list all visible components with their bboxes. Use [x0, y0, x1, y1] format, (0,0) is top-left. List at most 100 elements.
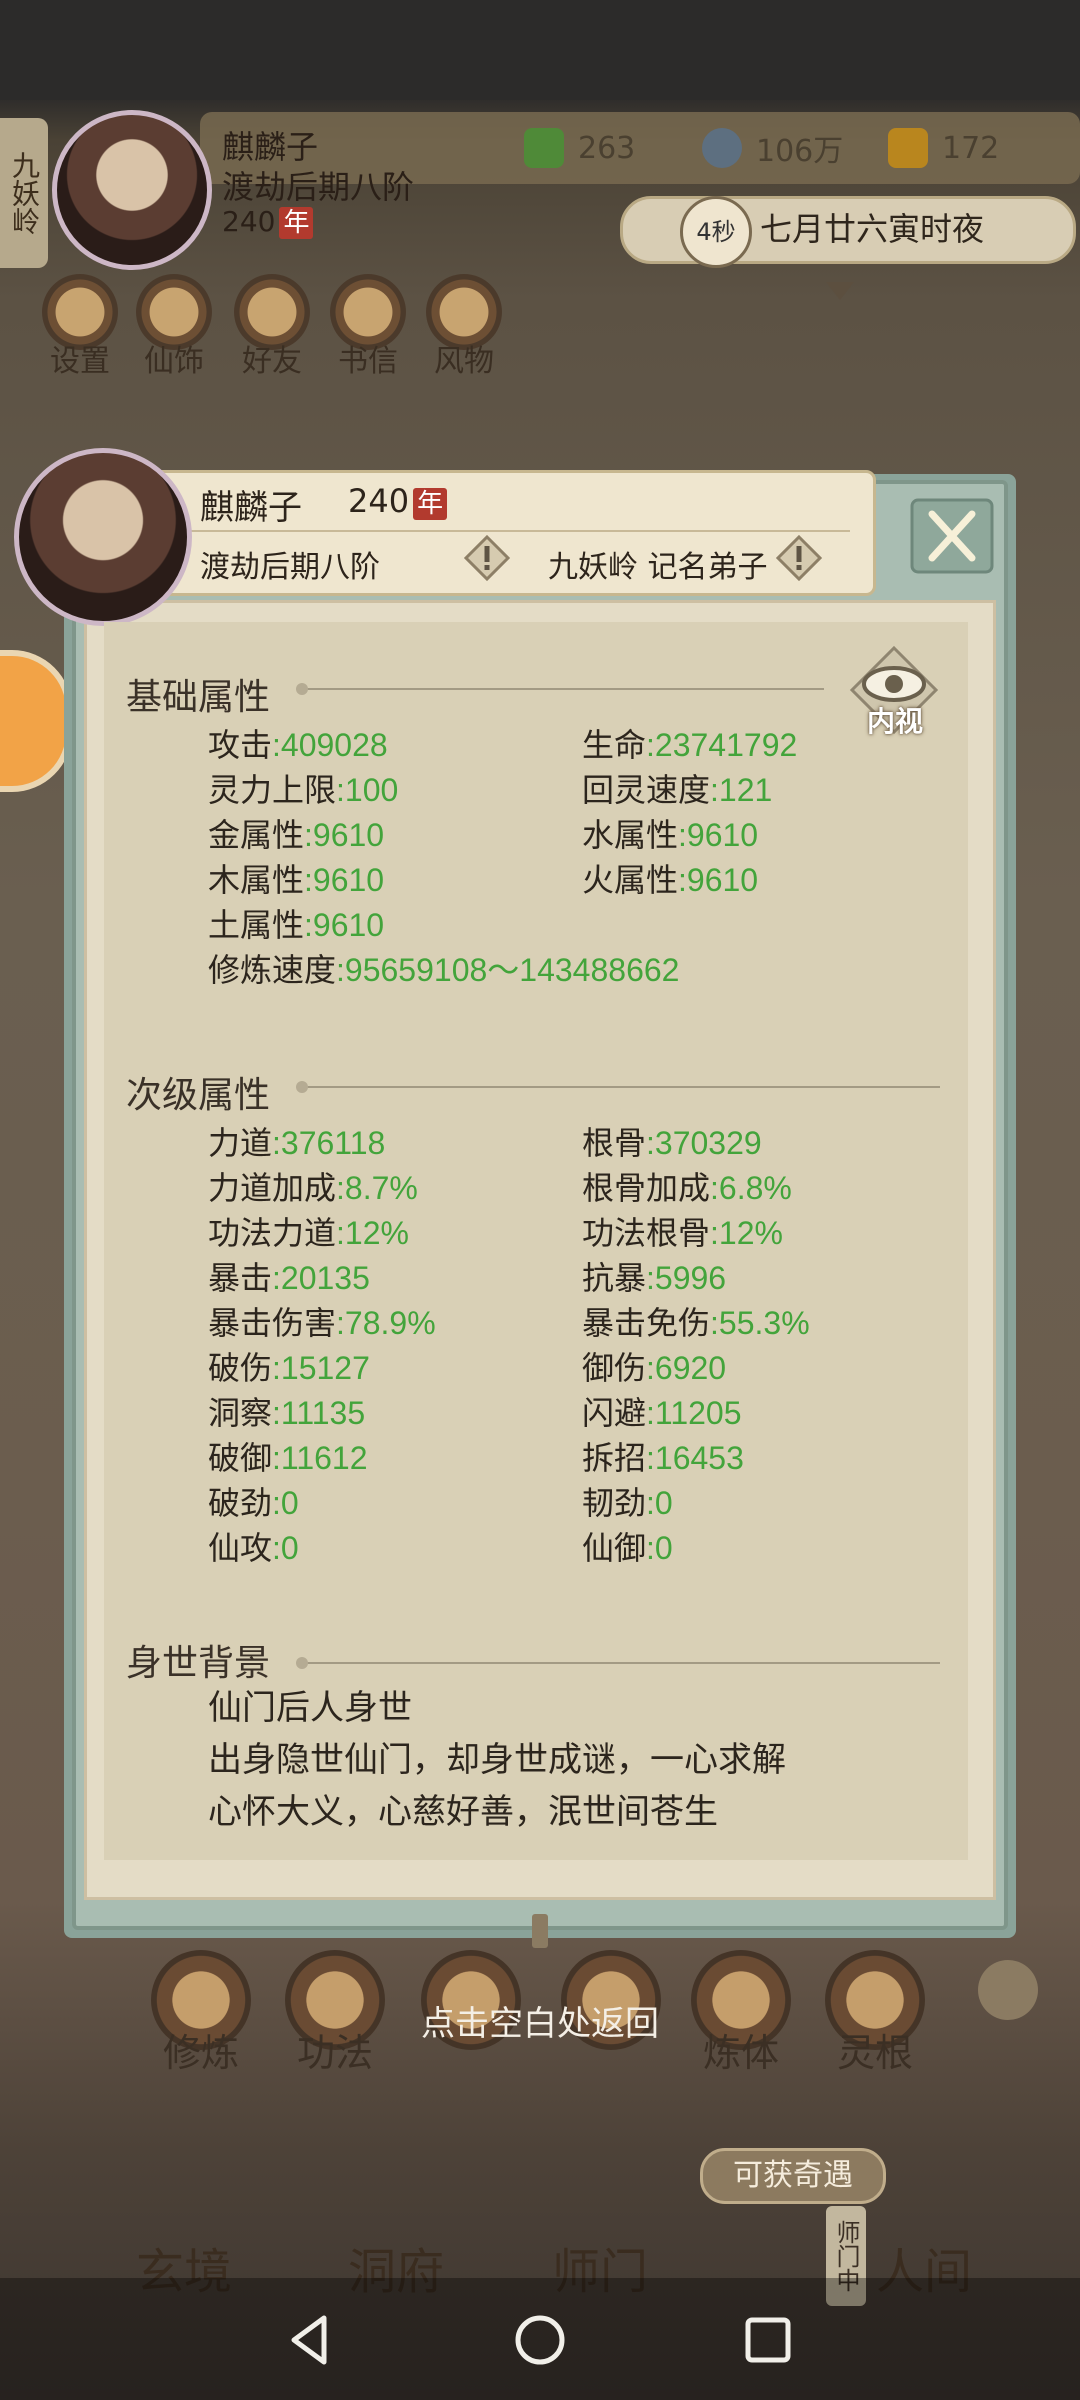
stat-value: 0 — [280, 1485, 299, 1521]
stat-colon: : — [272, 1260, 281, 1296]
stat-colon: : — [710, 1170, 719, 1206]
stat-label: 根骨加成 — [582, 1169, 711, 1207]
stat-colon: : — [272, 1125, 281, 1161]
stat-label: 灵力上限 — [208, 771, 337, 809]
stat-row: 破御:11612 — [208, 1433, 368, 1479]
section-title-background: 身世背景 — [126, 1643, 271, 1684]
section-divider — [296, 1081, 940, 1093]
stat-colon: : — [272, 1485, 281, 1521]
stat-colon: : — [646, 1530, 655, 1566]
menu-letters[interactable]: 书信 — [324, 274, 412, 380]
attributes-scroll-area[interactable]: 基础属性 攻击:409028 灵力上限:100 金属性:9610 木属性:961… — [104, 622, 968, 1860]
stat-value: 9610 — [686, 862, 759, 898]
menu-scenery[interactable]: 风物 — [420, 274, 508, 380]
stat-label: 抗暴 — [582, 1259, 647, 1297]
recents-icon[interactable] — [738, 2310, 798, 2370]
warning-icon[interactable] — [464, 535, 510, 581]
inner-view-label: 内视 — [866, 705, 923, 738]
stat-row: 暴击免伤:55.3% — [582, 1298, 810, 1344]
stat-value: 11135 — [280, 1395, 366, 1431]
stat-value: 0 — [654, 1485, 673, 1521]
stat-label: 仙御 — [582, 1529, 647, 1567]
stat-value: 6.8% — [718, 1170, 792, 1206]
stat-colon: : — [272, 1440, 281, 1476]
encounter-badge[interactable]: 可获奇遇 — [700, 2148, 886, 2204]
stat-label: 回灵速度 — [582, 771, 711, 809]
background-line: 仙门后人身世 — [208, 1688, 412, 1728]
header-divider — [190, 530, 850, 532]
modal-name: 麒麟子 — [200, 488, 302, 528]
resource-ingot[interactable]: 172 — [888, 120, 999, 176]
tap-to-return-hint[interactable]: 点击空白处返回 — [0, 1996, 1080, 2045]
stat-colon: : — [272, 1530, 281, 1566]
stat-colon: : — [336, 1215, 345, 1251]
stat-row: 功法根骨:12% — [582, 1208, 783, 1254]
menu-friends[interactable]: 好友 — [228, 274, 316, 380]
stat-row: 闪避:11205 — [582, 1388, 742, 1434]
stat-value: 78.9% — [344, 1305, 436, 1341]
stat-colon: : — [336, 1305, 345, 1341]
resource-jade[interactable]: 263 — [524, 120, 635, 176]
stat-row: 暴击伤害:78.9% — [208, 1298, 436, 1344]
stat-row: 火属性:9610 — [582, 855, 758, 901]
stat-label: 金属性 — [208, 816, 305, 854]
menu-settings-label: 设置 — [50, 344, 110, 379]
stat-value: 11205 — [654, 1395, 742, 1431]
stat-colon: : — [646, 1485, 655, 1521]
chevron-down-icon[interactable] — [826, 282, 854, 300]
stat-value: 9610 — [312, 862, 385, 898]
age-unit-badge: 年 — [279, 207, 314, 239]
home-icon[interactable] — [510, 2310, 570, 2370]
stat-value: 16453 — [654, 1440, 744, 1476]
stat-row: 根骨加成:6.8% — [582, 1163, 792, 1209]
warning-icon[interactable] — [776, 535, 822, 581]
menu-settings[interactable]: 设置 — [36, 274, 124, 380]
stat-value: 8.7% — [344, 1170, 418, 1206]
stat-label: 根骨 — [582, 1124, 647, 1162]
stat-value: 100 — [344, 772, 399, 808]
close-button[interactable] — [910, 498, 994, 574]
section-divider — [296, 1657, 940, 1669]
stat-row: 洞察:11135 — [208, 1388, 365, 1434]
stat-row: 功法力道:12% — [208, 1208, 409, 1254]
stat-label: 力道加成 — [208, 1169, 337, 1207]
stat-value: 376118 — [280, 1125, 386, 1161]
back-icon[interactable] — [280, 2310, 340, 2370]
stat-colon: : — [336, 772, 345, 808]
section-divider — [296, 683, 824, 695]
stat-value: 95659108～143488662 — [344, 952, 680, 988]
stat-colon: : — [646, 1395, 655, 1431]
stat-label: 暴击 — [208, 1259, 273, 1297]
region-tag[interactable]: 九妖岭 — [0, 118, 48, 268]
stat-label: 功法根骨 — [582, 1214, 711, 1252]
player-rank: 渡劫后期八阶 — [222, 168, 415, 206]
stat-value: 9610 — [312, 817, 385, 853]
stat-label: 暴击伤害 — [208, 1304, 337, 1342]
stat-colon: : — [710, 1215, 719, 1251]
stat-colon: : — [646, 1125, 655, 1161]
resource-coin-value: 106万 — [756, 134, 844, 169]
stat-label: 仙攻 — [208, 1529, 273, 1567]
stat-row: 回灵速度:121 — [582, 765, 772, 811]
ingot-icon — [888, 128, 928, 168]
stat-value: 23741792 — [654, 727, 798, 763]
jade-leaf-icon — [524, 128, 564, 168]
stat-colon: : — [646, 1260, 655, 1296]
section-title-secondary: 次级属性 — [126, 1075, 271, 1116]
player-avatar[interactable] — [52, 110, 212, 270]
stat-value: 9610 — [686, 817, 759, 853]
stat-value: 121 — [718, 772, 773, 808]
menu-ornaments[interactable]: 仙饰 — [130, 274, 218, 380]
stat-label: 洞察 — [208, 1394, 273, 1432]
stat-row: 木属性:9610 — [208, 855, 384, 901]
resource-coin[interactable]: 106万 — [702, 120, 843, 176]
player-age: 240 年 — [222, 205, 314, 239]
stat-colon: : — [272, 1395, 281, 1431]
background-line: 心怀大义，心慈好善，泯世间苍生 — [208, 1792, 718, 1832]
modal-sect: 九妖岭 记名弟子 — [548, 550, 768, 585]
background-line: 出身隐世仙门，却身世成谜，一心求解 — [208, 1740, 786, 1780]
modal-age-value: 240 — [348, 482, 410, 520]
stat-label: 拆招 — [582, 1439, 647, 1477]
stat-value: 370329 — [654, 1125, 762, 1161]
stat-row: 抗暴:5996 — [582, 1253, 726, 1299]
